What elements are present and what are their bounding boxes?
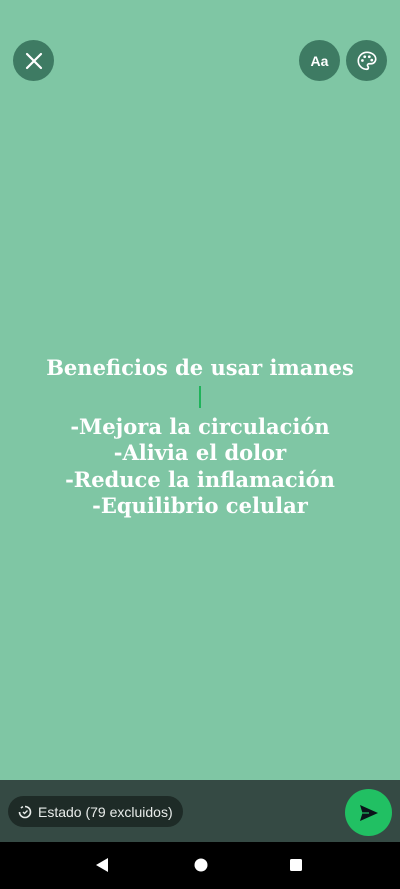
recents-square-icon — [290, 859, 302, 871]
system-navigation-bar — [0, 842, 400, 889]
status-text-line-2: -Mejora la circulación — [70, 413, 330, 439]
close-icon — [25, 52, 42, 69]
palette-icon — [356, 50, 377, 70]
status-text-line-3: -Alivia el dolor — [113, 440, 287, 465]
back-triangle-icon — [96, 858, 108, 872]
text-cursor — [199, 385, 201, 408]
color-palette-button[interactable] — [346, 40, 387, 81]
close-button[interactable] — [13, 40, 54, 81]
nav-back-button[interactable] — [94, 856, 110, 879]
font-style-button[interactable]: Aa — [299, 40, 340, 81]
audience-selector[interactable]: Estado (79 excluidos) — [8, 796, 183, 827]
status-text[interactable]: Beneficios de usar imanes -Mejora la cir… — [0, 355, 400, 520]
bottom-bar: Estado (79 excluidos) — [0, 780, 400, 842]
send-icon — [359, 804, 378, 821]
send-button[interactable] — [345, 789, 392, 836]
home-circle-icon — [194, 858, 208, 872]
text-cursor-line — [0, 385, 400, 414]
audience-label: Estado (79 excluidos) — [38, 803, 173, 820]
status-ring-icon — [18, 805, 32, 818]
status-canvas[interactable]: Aa Beneficios de usar imanes -Mejora la … — [0, 0, 400, 780]
status-text-line-1: Beneficios de usar imanes — [46, 355, 354, 380]
nav-recents-button[interactable] — [288, 856, 304, 879]
font-style-label: Aa — [310, 52, 329, 69]
status-text-line-4: -Reduce la inflamación — [65, 466, 335, 492]
nav-home-button[interactable] — [193, 856, 209, 879]
status-text-line-5: -Equilibrio celular — [92, 493, 308, 518]
